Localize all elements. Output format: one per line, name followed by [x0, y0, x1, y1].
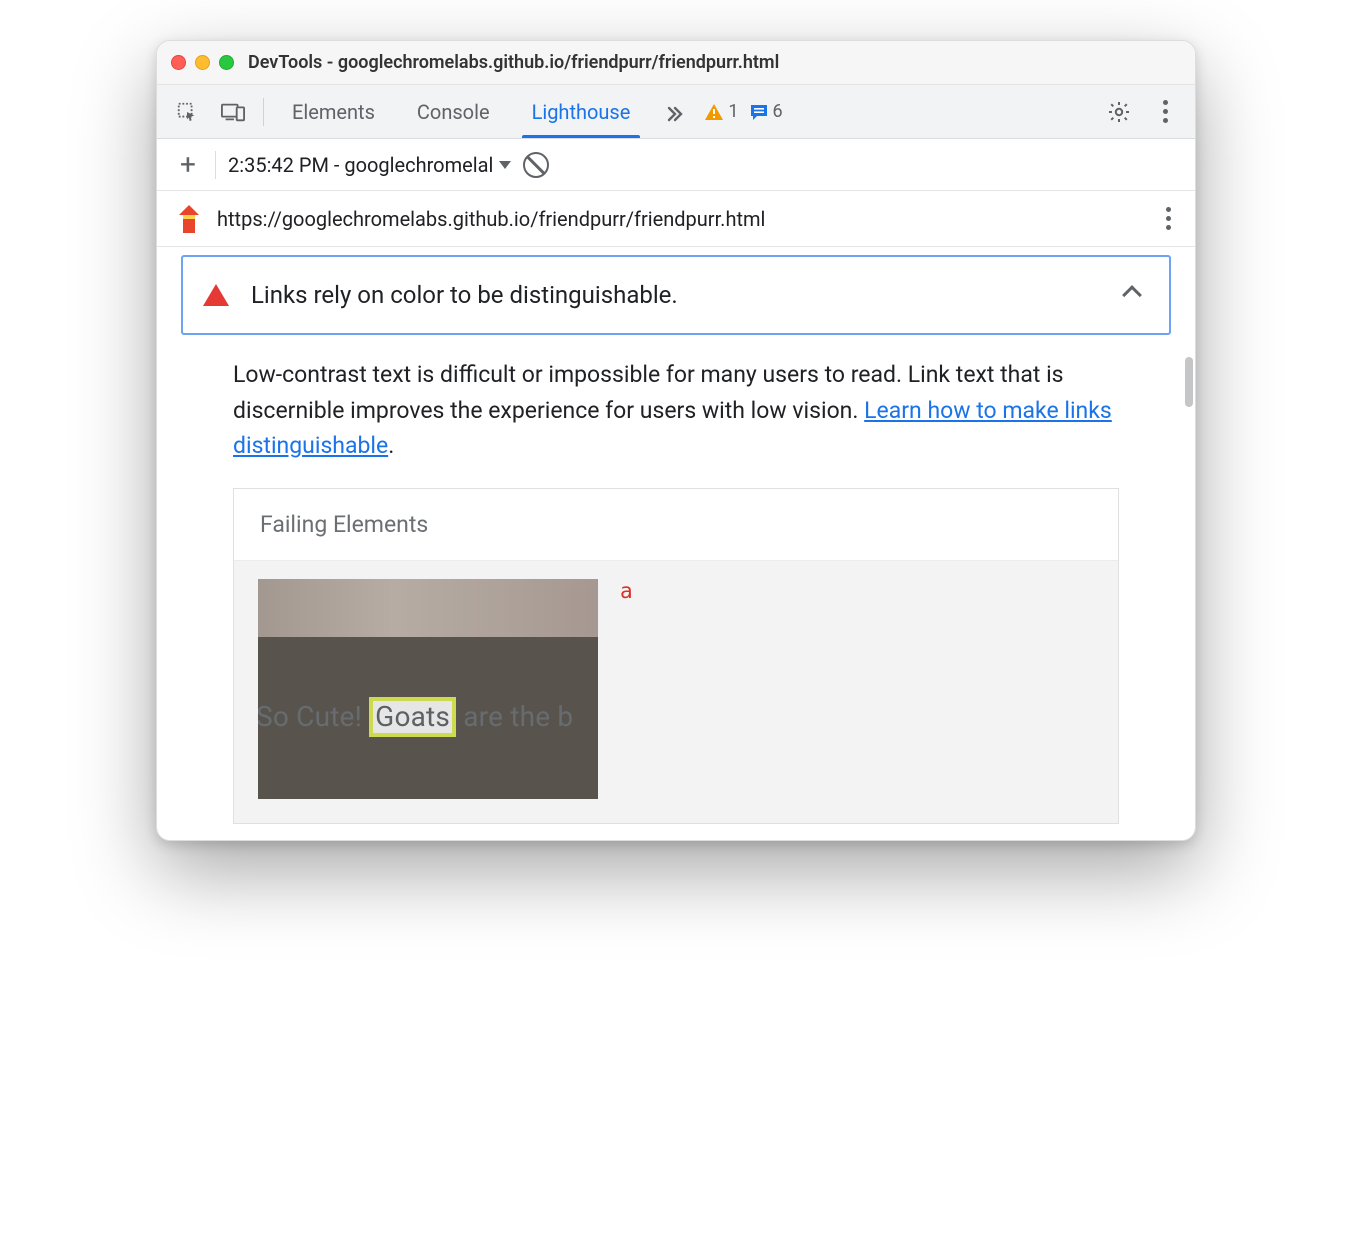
warning-icon — [704, 103, 724, 121]
scrollbar-thumb[interactable] — [1185, 357, 1193, 407]
messages-badge[interactable]: 6 — [749, 101, 783, 122]
device-toggle-icon[interactable] — [213, 92, 253, 132]
minimize-window-button[interactable] — [195, 55, 210, 70]
report-content[interactable]: Links rely on color to be distinguishabl… — [157, 247, 1195, 840]
report-selector-label: 2:35:42 PM - googlechromelal — [228, 153, 493, 177]
tab-console-label: Console — [417, 100, 490, 124]
more-tabs-icon[interactable] — [654, 92, 694, 132]
audit-title: Links rely on color to be distinguishabl… — [251, 281, 1125, 309]
titlebar: DevTools - googlechromelabs.github.io/fr… — [157, 41, 1195, 85]
fail-icon — [203, 284, 229, 306]
report-url-bar: https://googlechromelabs.github.io/frien… — [157, 191, 1195, 247]
tab-lighthouse-label: Lighthouse — [532, 100, 631, 124]
close-window-button[interactable] — [171, 55, 186, 70]
message-icon — [749, 102, 769, 122]
thumb-text-highlight: Goats — [369, 697, 456, 737]
report-selector[interactable]: 2:35:42 PM - googlechromelal — [228, 153, 511, 177]
tab-console[interactable]: Console — [399, 86, 508, 138]
messages-count: 6 — [773, 101, 783, 122]
report-menu-icon[interactable] — [1160, 201, 1177, 236]
audit-description-post: . — [388, 432, 394, 459]
report-url: https://googlechromelabs.github.io/frien… — [217, 207, 1146, 231]
failing-elements-box: Failing Elements So Cute! Goats are the … — [233, 488, 1119, 824]
audit-description: Low-contrast text is difficult or imposs… — [173, 357, 1179, 488]
warnings-count: 1 — [728, 101, 738, 122]
devtools-window: DevTools - googlechromelabs.github.io/fr… — [156, 40, 1196, 841]
failing-elements-body: So Cute! Goats are the b a — [234, 561, 1118, 823]
failing-elements-header: Failing Elements — [234, 489, 1118, 561]
more-options-icon[interactable] — [1145, 92, 1185, 132]
subtoolbar-divider — [215, 151, 216, 179]
tab-lighthouse[interactable]: Lighthouse — [514, 86, 649, 138]
element-thumbnail[interactable]: So Cute! Goats are the b — [258, 579, 598, 799]
lighthouse-logo-icon — [175, 205, 203, 233]
inspect-element-icon[interactable] — [167, 92, 207, 132]
traffic-lights — [171, 55, 234, 70]
clear-report-icon[interactable] — [523, 152, 549, 178]
caret-down-icon — [499, 161, 511, 169]
thumb-text-post: are the b — [456, 700, 573, 733]
toolbar-divider — [263, 98, 264, 126]
tab-elements-label: Elements — [292, 100, 375, 124]
settings-icon[interactable] — [1099, 92, 1139, 132]
failing-element-tag[interactable]: a — [620, 579, 633, 603]
tab-elements[interactable]: Elements — [274, 86, 393, 138]
audit-item[interactable]: Links rely on color to be distinguishabl… — [181, 255, 1171, 335]
maximize-window-button[interactable] — [219, 55, 234, 70]
chevron-up-icon[interactable] — [1122, 285, 1142, 305]
devtools-toolbar: Elements Console Lighthouse 1 6 — [157, 85, 1195, 139]
warnings-badge[interactable]: 1 — [704, 101, 738, 122]
thumbnail-text: So Cute! Goats are the b — [258, 697, 573, 737]
lighthouse-subtoolbar: + 2:35:42 PM - googlechromelal — [157, 139, 1195, 191]
window-title: DevTools - googlechromelabs.github.io/fr… — [248, 52, 779, 73]
new-report-button[interactable]: + — [173, 148, 203, 181]
thumb-text-pre: So Cute! — [258, 700, 369, 733]
